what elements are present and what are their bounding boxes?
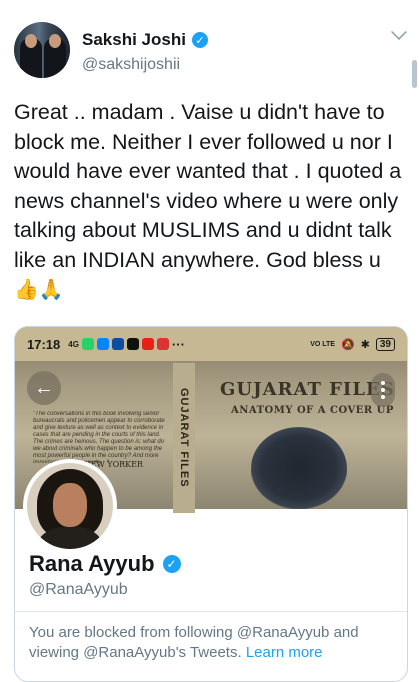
status-time: 17:18 [27, 336, 61, 352]
book-blurb: "The conversations in this book involvin… [33, 411, 165, 463]
banner-shadow-figure [251, 427, 347, 509]
blocked-notice: You are blocked from following @RanaAyyu… [29, 623, 399, 663]
author-handle[interactable]: @sakshijoshii [82, 56, 180, 74]
verified-badge-icon: ✓ [162, 555, 181, 573]
book-subtitle: ANATOMY OF A COVER UP [231, 405, 394, 416]
back-arrow-icon[interactable]: ← [27, 371, 61, 405]
signal-label: 4G [68, 339, 79, 349]
tweet-text: Great .. madam . Vaise u didn't have to … [14, 100, 408, 272]
quoted-profile-card[interactable]: 17:18 4G ··· VO LTE 🔕 ✱ 39 ← "The conver… [14, 326, 408, 682]
bluetooth-icon: ✱ [360, 338, 370, 351]
tweet-body: Great .. madam . Vaise u didn't have to … [14, 98, 406, 306]
profile-avatar[interactable] [23, 459, 117, 553]
divider [15, 611, 407, 612]
app-icon [156, 338, 169, 350]
author-avatar[interactable] [14, 22, 70, 78]
profile-handle[interactable]: @RanaAyyub [29, 581, 128, 599]
silent-icon: 🔕 [340, 338, 355, 351]
author-name-line: Sakshi Joshi ✓ [82, 30, 208, 50]
chevron-down-icon[interactable] [391, 24, 407, 40]
profile-name-line: Rana Ayyub ✓ [29, 551, 181, 577]
embedded-status-bar: 17:18 4G ··· VO LTE 🔕 ✱ 39 [15, 327, 407, 361]
app-icon [111, 338, 124, 350]
scrollbar-thumb[interactable] [412, 60, 417, 88]
author-name[interactable]: Sakshi Joshi [82, 30, 186, 50]
tweet-emojis: 👍🙏 [14, 279, 64, 301]
book-title: GUJARAT FILES [220, 379, 395, 400]
more-notifications-icon: ··· [171, 336, 185, 352]
status-right: VO LTE 🔕 ✱ 39 [310, 337, 395, 351]
status-app-icons: 4G ··· [68, 337, 185, 352]
messenger-icon [96, 338, 109, 350]
whatsapp-icon [81, 338, 94, 350]
learn-more-link[interactable]: Learn more [246, 644, 323, 661]
tweet-header: Sakshi Joshi ✓ @sakshijoshii [14, 22, 409, 82]
app-icon [126, 338, 139, 350]
youtube-icon [141, 338, 154, 350]
battery-indicator: 39 [375, 337, 395, 351]
verified-badge-icon: ✓ [191, 32, 208, 48]
book-spine: GUJARAT FILES [173, 363, 195, 513]
profile-name[interactable]: Rana Ayyub [29, 551, 155, 577]
network-label: VO LTE [310, 340, 335, 348]
more-vertical-icon[interactable] [371, 373, 395, 407]
